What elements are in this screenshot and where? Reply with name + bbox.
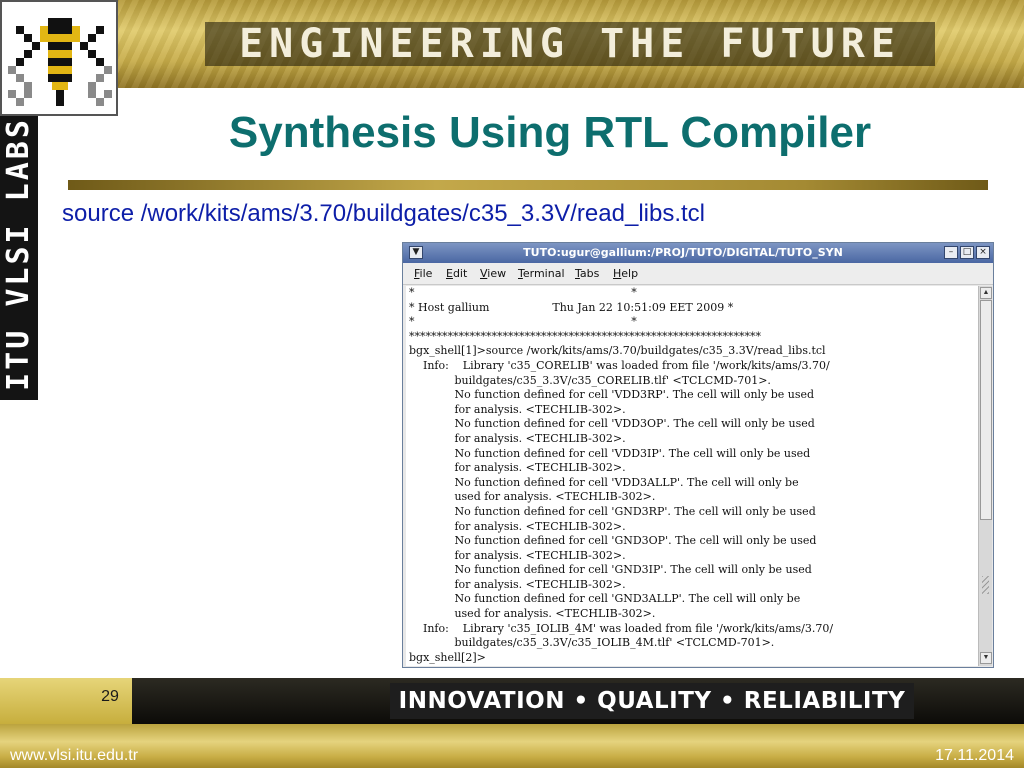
terminal-line: for analysis. <TECHLIB-302>. xyxy=(409,402,626,416)
terminal-line: No function defined for cell 'GND3OP'. T… xyxy=(409,534,817,548)
footer-date: 17.11.2014 xyxy=(935,747,1014,764)
terminal-line: ****************************************… xyxy=(409,329,761,343)
terminal-line: bgx_shell[2]> xyxy=(409,650,486,664)
side-label: ITU VLSI LABS xyxy=(1,117,36,391)
terminal-output[interactable]: * * * Host gallium Thu Jan 22 10:51:09 EE… xyxy=(406,286,978,666)
terminal-line: No function defined for cell 'VDD3IP'. T… xyxy=(409,446,811,460)
terminal-line: for analysis. <TECHLIB-302>. xyxy=(409,577,626,591)
terminal-line: No function defined for cell 'VDD3ALLP'.… xyxy=(409,475,799,489)
terminal-line: for analysis. <TECHLIB-302>. xyxy=(409,519,626,533)
page-number: 29 xyxy=(101,688,119,705)
terminal-line: bgx_shell[1]>source /work/kits/ams/3.70/… xyxy=(409,344,826,358)
close-button[interactable]: × xyxy=(976,246,990,259)
menu-help[interactable]: Help xyxy=(613,266,638,282)
resize-grip-icon[interactable] xyxy=(982,576,989,594)
bottom-band: www.vlsi.itu.edu.tr 17.11.2014 xyxy=(0,724,1024,768)
arrow-down-icon: ▼ xyxy=(982,654,990,661)
terminal-line: for analysis. <TECHLIB-302>. xyxy=(409,548,626,562)
minimize-icon: – xyxy=(948,247,954,257)
title-divider xyxy=(68,180,988,190)
menu-view[interactable]: View xyxy=(480,266,506,282)
terminal-line: for analysis. <TECHLIB-302>. xyxy=(409,461,626,475)
terminal-line: No function defined for cell 'VDD3OP'. T… xyxy=(409,417,815,431)
terminal-line: * * xyxy=(409,315,637,329)
slide-title: Synthesis Using RTL Compiler xyxy=(228,108,872,157)
terminal-titlebar[interactable]: ▼ TUTO:ugur@gallium:/PROJ/TUTO/DIGITAL/T… xyxy=(403,243,993,263)
scroll-up-button[interactable]: ▲ xyxy=(980,287,992,299)
scroll-down-button[interactable]: ▼ xyxy=(980,652,992,664)
arrow-up-icon: ▲ xyxy=(982,289,990,296)
terminal-menubar: File Edit View Terminal Tabs Help xyxy=(403,263,993,285)
terminal-line: No function defined for cell 'GND3ALLP'.… xyxy=(409,592,801,606)
banner-title: ENGINEERING THE FUTURE xyxy=(205,22,935,66)
footer-band: 29 INNOVATION • QUALITY • RELIABILITY xyxy=(0,678,1024,724)
minimize-button[interactable]: – xyxy=(944,246,958,259)
menu-file[interactable]: File xyxy=(414,266,432,282)
terminal-line: used for analysis. <TECHLIB-302>. xyxy=(409,607,656,621)
terminal-line: No function defined for cell 'GND3IP'. T… xyxy=(409,563,812,577)
terminal-line: * Host gallium Thu Jan 22 10:51:09 EET 2… xyxy=(409,300,734,314)
close-icon: × xyxy=(979,247,987,257)
terminal-line: Info: Library 'c35_CORELIB' was loaded f… xyxy=(409,358,830,372)
window-menu-button[interactable]: ▼ xyxy=(409,246,423,259)
footer-url: www.vlsi.itu.edu.tr xyxy=(10,747,139,764)
terminal-line: * * xyxy=(409,286,637,299)
terminal-scrollbar[interactable]: ▲ ▼ xyxy=(978,286,992,666)
terminal-line: buildgates/c35_3.3V/c35_IOLIB_4M.tlf' <T… xyxy=(409,636,775,650)
chevron-down-icon: ▼ xyxy=(412,247,420,257)
terminal-line: No function defined for cell 'GND3RP'. T… xyxy=(409,504,816,518)
terminal-line: No function defined for cell 'VDD3RP'. T… xyxy=(409,388,815,402)
terminal-line: buildgates/c35_3.3V/c35_CORELIB.tlf' <TC… xyxy=(409,373,771,387)
tagline: INNOVATION • QUALITY • RELIABILITY xyxy=(390,683,914,719)
terminal-window: ▼ TUTO:ugur@gallium:/PROJ/TUTO/DIGITAL/T… xyxy=(402,242,994,668)
terminal-line: used for analysis. <TECHLIB-302>. xyxy=(409,490,656,504)
menu-tabs[interactable]: Tabs xyxy=(575,266,599,282)
maximize-icon: □ xyxy=(962,247,972,257)
terminal-line: for analysis. <TECHLIB-302>. xyxy=(409,431,626,445)
menu-terminal[interactable]: Terminal xyxy=(518,266,565,282)
top-banner: ENGINEERING THE FUTURE xyxy=(0,0,1024,88)
terminal-line: Info: Library 'c35_IOLIB_4M' was loaded … xyxy=(409,621,834,635)
menu-edit[interactable]: Edit xyxy=(446,266,467,282)
source-command-text: source /work/kits/ams/3.70/buildgates/c3… xyxy=(62,200,705,227)
scrollbar-thumb[interactable] xyxy=(980,300,992,520)
bee-logo xyxy=(0,0,118,116)
terminal-title: TUTO:ugur@gallium:/PROJ/TUTO/DIGITAL/TUT… xyxy=(523,246,843,259)
maximize-button[interactable]: □ xyxy=(960,246,974,259)
